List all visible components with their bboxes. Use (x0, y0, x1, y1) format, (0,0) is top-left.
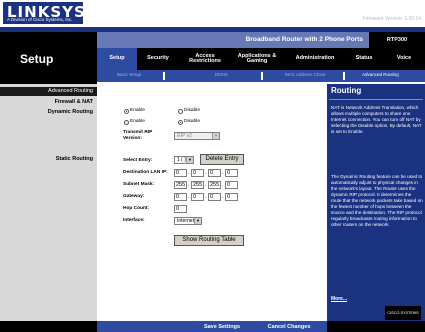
dest-lan-ip-label: Destination LAN IP: (123, 170, 168, 175)
model-number: RTP300 (369, 32, 425, 48)
tab-access-restrictions[interactable]: Access Restrictions (179, 48, 231, 70)
show-routing-table-button[interactable]: Show Routing Table (174, 235, 244, 246)
interface-label: Interface: (123, 218, 145, 223)
section-firewall-nat: Firewall & NAT (54, 99, 93, 105)
dest-ip-octet-2[interactable]: 0 (191, 169, 204, 177)
left-sidebar: Advanced Routing Firewall & NAT Dynamic … (0, 84, 97, 321)
transmit-rip-value: RIP v2 (177, 133, 192, 139)
tab-administration[interactable]: Administration (283, 48, 347, 70)
subtab-separator (261, 72, 263, 80)
subnet-octet-3[interactable]: 255 (208, 181, 221, 189)
settings-form: Enable Disable Enable Disable Transmit R… (97, 84, 327, 321)
gateway-label: Gateway: (123, 194, 145, 199)
nat-disable-radio[interactable] (178, 109, 183, 114)
dest-ip-octet-4[interactable]: 0 (225, 169, 238, 177)
subtab-advanced-routing[interactable]: Advanced Routing (362, 72, 399, 77)
logo-tagline: A Division of Cisco Systems, Inc. (7, 17, 73, 22)
linksys-logo: LINKSYS A Division of Cisco Systems, Inc… (3, 2, 85, 24)
hop-count-input[interactable]: 0 (174, 205, 187, 213)
subtab-ddns[interactable]: DDNS (215, 72, 228, 77)
ip-dot: . (222, 182, 224, 188)
tab-security[interactable]: Security (138, 48, 178, 70)
gateway-octet-3[interactable]: 0 (208, 193, 221, 201)
tab-applications-gaming[interactable]: Applications & Gaming (231, 48, 283, 70)
nat-enable-radio[interactable] (124, 109, 129, 114)
sidebar-heading: Advanced Routing (0, 87, 97, 96)
ip-dot: . (188, 194, 190, 200)
subtab-separator (343, 72, 345, 80)
ip-dot: . (205, 170, 207, 176)
header: LINKSYS A Division of Cisco Systems, Inc… (0, 0, 425, 27)
help-title: Routing (331, 86, 362, 95)
chevron-down-icon: ▼ (212, 133, 219, 139)
help-panel: Routing NAT is Network Address Translati… (327, 84, 425, 321)
ip-dot: . (188, 182, 190, 188)
ip-dot: . (222, 194, 224, 200)
save-settings-button[interactable]: Save Settings (196, 323, 248, 331)
section-static-routing: Static Routing (55, 156, 93, 162)
subnet-octet-4[interactable]: 0 (225, 181, 238, 189)
gateway-octet-2[interactable]: 0 (191, 193, 204, 201)
subtab-basic-setup[interactable]: Basic Setup (117, 72, 141, 77)
subtab-mac-address-clone[interactable]: MAC Address Clone (285, 72, 326, 77)
help-divider (329, 99, 423, 100)
tab-voice[interactable]: Voice (383, 48, 425, 70)
select-entry-dropdown[interactable]: 1 ( ) ▼ (174, 156, 194, 164)
dest-ip-octet-3[interactable]: 0 (208, 169, 221, 177)
gateway-octet-4[interactable]: 0 (225, 193, 238, 201)
subnet-mask-label: Subnet Mask: (123, 182, 155, 187)
product-name: Broadband Router with 2 Phone Ports (245, 36, 363, 43)
cisco-systems-logo: CISCO SYSTEMS (385, 306, 421, 320)
more-link[interactable]: More... (331, 296, 347, 302)
section-title-box: Setup (0, 32, 97, 84)
interface-select[interactable]: Internet ▼ (174, 217, 202, 225)
main-tabs: Setup Security Access Restrictions Appli… (97, 48, 425, 70)
dynamic-disable-label: Disable (184, 119, 200, 124)
tab-setup[interactable]: Setup (97, 48, 137, 70)
nat-enable-label: Enable (130, 108, 145, 113)
product-bar: Broadband Router with 2 Phone Ports RTP3… (97, 32, 425, 48)
dynamic-disable-radio[interactable] (178, 120, 183, 125)
chevron-down-icon: ▼ (186, 157, 193, 163)
interface-value: Internet (177, 218, 194, 224)
hop-count-label: Hop Count: (123, 206, 150, 211)
ip-dot: . (188, 170, 190, 176)
select-entry-value: 1 ( ) (177, 157, 186, 163)
delete-entry-button[interactable]: Delete Entry (200, 154, 244, 165)
section-title: Setup (20, 52, 54, 66)
firmware-version: Firmware Version: 1.00.14 (362, 16, 421, 22)
select-entry-label: Select Entry: (123, 158, 153, 163)
dest-ip-octet-1[interactable]: 0 (174, 169, 187, 177)
ip-dot: . (205, 194, 207, 200)
subtab-separator (163, 72, 165, 80)
tab-status[interactable]: Status (347, 48, 381, 70)
gateway-octet-1[interactable]: 0 (174, 193, 187, 201)
section-dynamic-routing: Dynamic Routing (47, 109, 93, 115)
sub-tabs: Basic Setup DDNS MAC Address Clone Advan… (97, 70, 425, 82)
cancel-changes-button[interactable]: Cancel Changes (256, 323, 322, 331)
chevron-down-icon: ▼ (194, 218, 201, 224)
help-dynamic-routing-text: The Dynamic Routing feature can be used … (331, 174, 423, 227)
dynamic-enable-radio[interactable] (124, 120, 129, 125)
transmit-rip-select[interactable]: RIP v2 ▼ (174, 132, 220, 140)
ip-dot: . (205, 182, 207, 188)
ip-dot: . (222, 170, 224, 176)
subnet-octet-2[interactable]: 255 (191, 181, 204, 189)
help-nat-text: NAT is Network Address Translation, whic… (331, 105, 422, 134)
transmit-rip-label: Transmit RIP Version: (123, 130, 153, 141)
nat-disable-label: Disable (184, 108, 200, 113)
subnet-octet-1[interactable]: 255 (174, 181, 187, 189)
dynamic-enable-label: Enable (130, 119, 145, 124)
